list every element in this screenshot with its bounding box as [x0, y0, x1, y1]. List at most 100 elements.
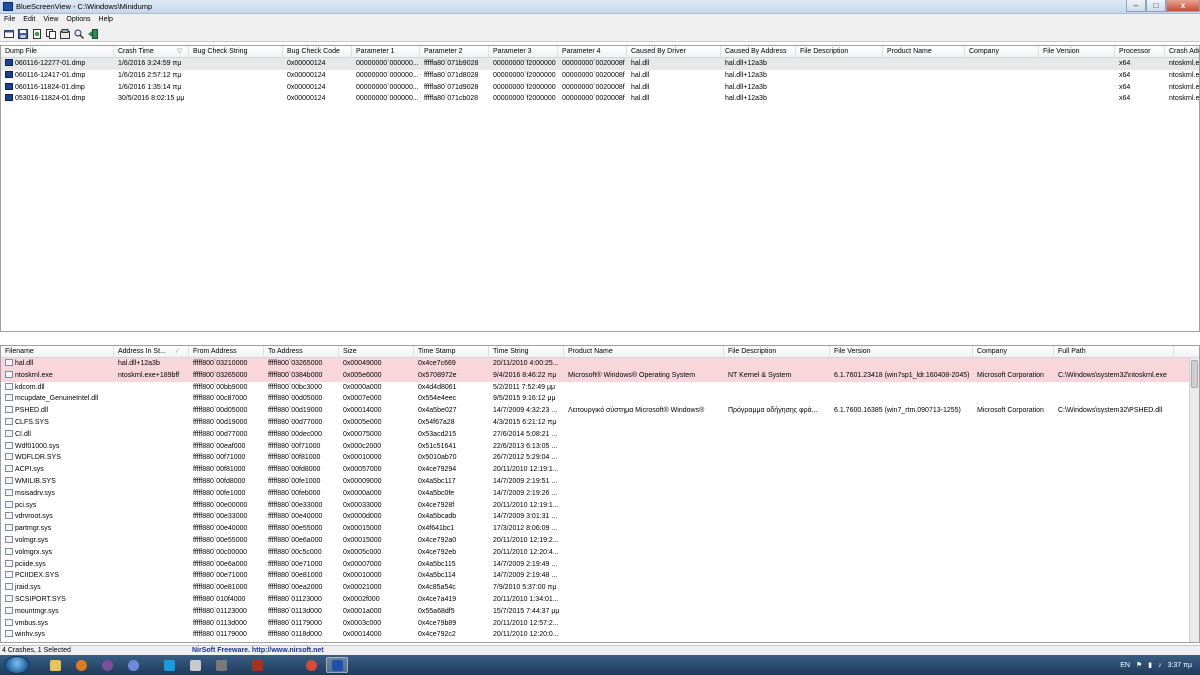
table-row[interactable]: 060116-11824-01.dmp 1/6/2016 1:35:14 πμ 0x…: [1, 82, 1199, 94]
table-cell: [724, 441, 830, 453]
table-row[interactable]: CLFS.SYS fffff880`00d19000 fffff880`00d770…: [1, 417, 1199, 429]
cell-text: 20/11/2010 12:19:1...: [493, 501, 559, 509]
language-indicator[interactable]: EN: [1120, 662, 1130, 669]
taskbar-explorer[interactable]: [44, 657, 66, 673]
crash-list[interactable]: Dump File Crash Time ▽ Bug Check String Bug …: [0, 45, 1200, 332]
find-button[interactable]: [73, 28, 85, 40]
save-button[interactable]: [17, 28, 29, 40]
taskbar-media[interactable]: [184, 657, 206, 673]
column-header[interactable]: Product Name: [883, 46, 965, 58]
column-header[interactable]: File Version: [830, 346, 973, 358]
column-header[interactable]: Product Name: [564, 346, 724, 358]
table-row[interactable]: 060116-12417-01.dmp 1/6/2016 2:57:12 πμ 0x…: [1, 70, 1199, 82]
table-row[interactable]: PCIIDEX.SYS fffff880`00e71000 fffff880`00e…: [1, 570, 1199, 582]
column-header[interactable]: Dump File: [1, 46, 114, 58]
table-row[interactable]: PSHED.dll fffff880`00d05000 fffff880`00d19…: [1, 405, 1199, 417]
taskbar-tool[interactable]: [210, 657, 232, 673]
taskbar-chrome[interactable]: [122, 657, 144, 673]
column-header[interactable]: Size: [339, 346, 414, 358]
taskbar-firefox[interactable]: [70, 657, 92, 673]
table-row[interactable]: volmgrx.sys fffff880`00c00000 fffff880`00c…: [1, 547, 1199, 559]
column-header[interactable]: Bug Check String: [189, 46, 283, 58]
column-header[interactable]: Parameter 2: [420, 46, 489, 58]
cell-text: C:\Windows\system32\ntoskrnl.exe: [1058, 371, 1167, 379]
table-row[interactable]: Wdf01000.sys fffff880`00eaf000 fffff880`00…: [1, 441, 1199, 453]
table-cell: [724, 547, 830, 559]
column-header[interactable]: Time String: [489, 346, 564, 358]
column-header[interactable]: To Address: [264, 346, 339, 358]
options-button[interactable]: [59, 28, 71, 40]
table-cell: [965, 58, 1039, 70]
column-header[interactable]: Parameter 1: [352, 46, 420, 58]
menu-edit[interactable]: Edit: [19, 14, 39, 26]
table-row[interactable]: vdrvroot.sys fffff880`00e33000 fffff880`00…: [1, 511, 1199, 523]
maximize-button[interactable]: □: [1146, 0, 1166, 12]
column-header[interactable]: Bug Check Code: [283, 46, 352, 58]
volume-icon[interactable]: ♪: [1158, 662, 1162, 669]
menu-file[interactable]: File: [0, 14, 19, 26]
column-header[interactable]: Parameter 3: [489, 46, 558, 58]
table-row[interactable]: pci.sys fffff880`00e00000 fffff880`00e3300…: [1, 500, 1199, 512]
module-list[interactable]: Filename Address In St... ⁄ From Address To …: [0, 345, 1200, 643]
taskbar-viber[interactable]: [96, 657, 118, 673]
copy-button[interactable]: [45, 28, 57, 40]
table-row[interactable]: partmgr.sys fffff880`00e40000 fffff880`00e…: [1, 523, 1199, 535]
table-cell: [830, 382, 973, 394]
table-cell: 9/4/2016 8:46:22 πμ: [489, 370, 564, 382]
column-header[interactable]: Time Stamp: [414, 346, 489, 358]
column-header[interactable]: Caused By Address: [721, 46, 796, 58]
menu-view[interactable]: View: [39, 14, 62, 26]
column-header[interactable]: Processor: [1115, 46, 1165, 58]
table-row[interactable]: volmgr.sys fffff880`00e55000 fffff880`00e6…: [1, 535, 1199, 547]
column-header[interactable]: Parameter 4: [558, 46, 627, 58]
column-header[interactable]: Filename: [1, 346, 114, 358]
table-row[interactable]: ntoskrnl.exe ntoskrnl.exe+189bff fffff800`…: [1, 369, 1199, 382]
scrollbar-thumb[interactable]: [1191, 360, 1198, 388]
column-header[interactable]: File Version: [1039, 46, 1115, 58]
crash-list-horizontal-scrollbar[interactable]: [1, 331, 1199, 332]
menu-help[interactable]: Help: [95, 14, 117, 26]
table-row[interactable]: SCSIPORT.SYS fffff880`010f4000 fffff880`01…: [1, 594, 1199, 606]
column-header[interactable]: Caused By Driver: [627, 46, 721, 58]
table-row[interactable]: CI.dll fffff880`00d77000 fffff880`00dec000…: [1, 429, 1199, 441]
column-header[interactable]: Full Path: [1054, 346, 1174, 358]
nirsoft-link[interactable]: NirSoft Freeware. http://www.nirsoft.net: [192, 647, 324, 654]
table-row[interactable]: pciide.sys fffff880`00e6a000 fffff880`00e7…: [1, 559, 1199, 571]
network-icon[interactable]: ▮: [1148, 661, 1152, 669]
column-header[interactable]: From Address: [189, 346, 264, 358]
cell-text: 20/11/2010 12:19:2...: [493, 537, 559, 544]
table-row[interactable]: WMILIB.SYS fffff880`00fd8000 fffff880`00fe…: [1, 476, 1199, 488]
column-header[interactable]: Company: [973, 346, 1054, 358]
html-report-button[interactable]: [31, 28, 43, 40]
taskbar-app[interactable]: [246, 657, 268, 673]
taskbar-skype[interactable]: [158, 657, 180, 673]
table-row[interactable]: mcupdate_GenuineIntel.dll fffff880`00c870…: [1, 393, 1199, 405]
properties-button[interactable]: [3, 28, 15, 40]
module-list-vertical-scrollbar[interactable]: [1189, 358, 1199, 642]
table-row[interactable]: msisadrv.sys fffff880`00fe1000 fffff880`00…: [1, 488, 1199, 500]
taskbar-bluescreenview[interactable]: [326, 657, 348, 673]
table-row[interactable]: kdcom.dll fffff800`00bb9000 fffff800`00bc3…: [1, 382, 1199, 394]
table-row[interactable]: 053016-11824-01.dmp 30/5/2016 8:02:15 μμ 0…: [1, 93, 1199, 105]
flag-icon[interactable]: ⚑: [1136, 661, 1142, 669]
table-row[interactable]: winhv.sys fffff880`01179000 fffff880`0118d…: [1, 629, 1199, 641]
column-header[interactable]: Company: [965, 46, 1039, 58]
table-cell: Microsoft® Windows® Operating System: [564, 370, 724, 382]
taskbar-chrome2[interactable]: [300, 657, 322, 673]
start-button[interactable]: [4, 656, 30, 674]
menu-options[interactable]: Options: [62, 14, 94, 26]
column-header[interactable]: File Description: [724, 346, 830, 358]
table-row[interactable]: hal.dll hal.dll+12a3b fffff800`03210000 fff…: [1, 358, 1199, 370]
table-row[interactable]: vmbus.sys fffff880`0113d000 fffff880`01179…: [1, 618, 1199, 630]
table-row[interactable]: mountmgr.sys fffff880`01123000 fffff880`01…: [1, 606, 1199, 618]
close-button[interactable]: x: [1166, 0, 1200, 12]
exit-button[interactable]: [87, 28, 99, 40]
column-header[interactable]: Crash Add: [1165, 46, 1199, 58]
column-header[interactable]: File Description: [796, 46, 883, 58]
table-row[interactable]: 060116-12277-01.dmp 1/6/2016 3:24:59 πμ 0x…: [1, 58, 1199, 70]
table-row[interactable]: ACPI.sys fffff880`00f81000 fffff880`00fd80…: [1, 464, 1199, 476]
table-row[interactable]: WDFLDR.SYS fffff880`00f71000 fffff880`00f8…: [1, 452, 1199, 464]
table-row[interactable]: jraid.sys fffff880`00e81000 fffff880`00ea2…: [1, 582, 1199, 594]
minimize-button[interactable]: –: [1126, 0, 1146, 12]
clock[interactable]: 3:37 πμ: [1168, 662, 1192, 669]
